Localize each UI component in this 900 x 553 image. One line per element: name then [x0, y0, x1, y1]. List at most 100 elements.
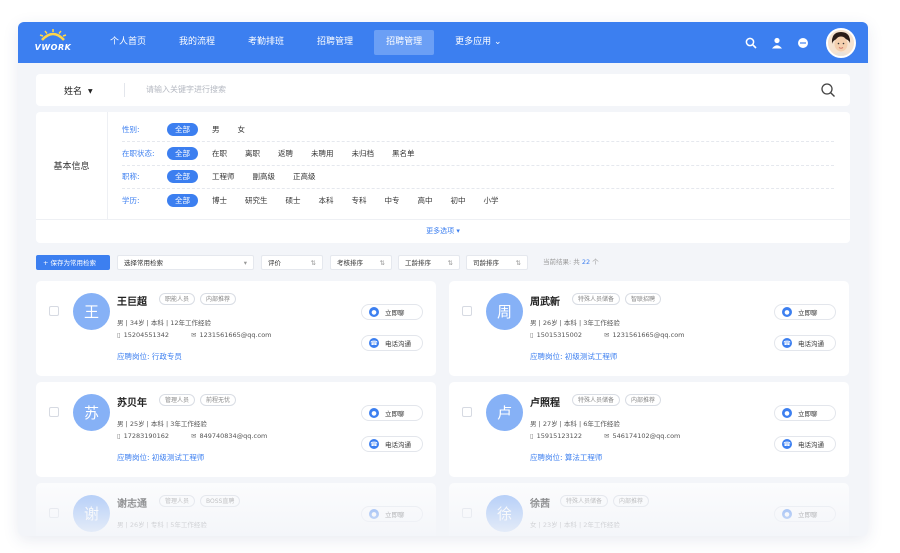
filter-option[interactable]: 初中: [451, 195, 466, 206]
sort-button[interactable]: 考核排序 ⇅: [330, 255, 392, 270]
phone-icon: ☎: [369, 338, 379, 348]
candidate-name[interactable]: 周武新: [530, 293, 560, 308]
phone-call-button[interactable]: ☎ 电话沟通: [361, 335, 423, 351]
filter-option[interactable]: 专科: [352, 195, 367, 206]
chat-now-button[interactable]: ● 立即聊: [774, 304, 836, 320]
filter-option[interactable]: 未归档: [352, 148, 375, 159]
filter-option[interactable]: 研究生: [245, 195, 268, 206]
filter-option[interactable]: 副高级: [253, 171, 276, 182]
filter-divider: [122, 141, 834, 142]
chat-now-button[interactable]: ● 立即聊: [361, 405, 423, 421]
chat-now-button[interactable]: ● 立即聊: [774, 405, 836, 421]
brand-logo[interactable]: VWORK: [32, 29, 74, 57]
filter-option[interactable]: 博士: [212, 195, 227, 206]
filter-option[interactable]: 正高级: [293, 171, 316, 182]
candidate-contact: ▯ 15204551342 ✉ 1231561665@qq.com: [117, 331, 272, 339]
nav-item-4[interactable]: 招聘管理: [374, 30, 435, 55]
candidate-card[interactable]: 徐 徐茜 特殊人员储备 内部推荐 女 | 23岁 | 本科 | 2年工作经验 ● 立即…: [449, 483, 849, 536]
select-checkbox[interactable]: [462, 508, 472, 518]
filter-row: 职称: 全部 工程师 副高级 正高级: [122, 169, 334, 183]
candidate-name[interactable]: 徐茜: [530, 495, 550, 510]
candidate-tag: 特殊人员储备: [572, 394, 621, 406]
filter-row-title: 在职状态:: [122, 148, 155, 158]
user-avatar[interactable]: [826, 28, 856, 58]
message-icon[interactable]: [796, 36, 810, 50]
sort-label: 考核排序: [337, 259, 363, 267]
filter-row: 性别: 全部 男 女: [122, 122, 263, 136]
filter-option[interactable]: 小学: [484, 195, 499, 206]
phone-call-button[interactable]: ☎ 电话沟通: [774, 436, 836, 452]
filter-option[interactable]: 中专: [385, 195, 400, 206]
select-checkbox[interactable]: [49, 508, 59, 518]
candidate-name[interactable]: 卢照程: [530, 394, 560, 409]
filter-divider: [122, 188, 834, 189]
nav-item-3[interactable]: 招聘管理: [305, 30, 365, 55]
candidate-card[interactable]: 周 周武新 特殊人员储备 智联招聘 男 | 26岁 | 本科 | 3年工作经验 ▯…: [449, 281, 849, 376]
applied-position: 应聘岗位: 初级测试工程师: [117, 453, 205, 462]
filter-option[interactable]: 男: [212, 124, 220, 135]
candidate-name[interactable]: 谢志通: [117, 495, 147, 510]
select-checkbox[interactable]: [462, 407, 472, 417]
chat-now-button[interactable]: ● 立即聊: [361, 304, 423, 320]
nav-item-0[interactable]: 个人首页: [98, 30, 158, 55]
phone-icon: ☎: [782, 338, 792, 348]
candidate-card[interactable]: 谢 谢志通 管理人员 BOSS直聘 男 | 26岁 | 专科 | 5年工作经验 ● 立…: [36, 483, 436, 536]
filter-option[interactable]: 硕士: [286, 195, 301, 206]
nav-item-1[interactable]: 我的流程: [167, 30, 227, 55]
saved-search-select[interactable]: 选择常用检索 ▾: [117, 255, 254, 270]
search-icon[interactable]: [820, 82, 836, 98]
filter-option[interactable]: 未聘用: [311, 148, 334, 159]
filter-option[interactable]: 本科: [319, 195, 334, 206]
filter-option[interactable]: 返聘: [278, 148, 293, 159]
applied-position: 应聘岗位: 算法工程师: [530, 453, 603, 462]
sort-button[interactable]: 司龄排序 ⇅: [466, 255, 528, 270]
filter-option[interactable]: 在职: [212, 148, 227, 159]
save-search-button[interactable]: + 保存为常用检索: [36, 255, 110, 270]
filter-option[interactable]: 女: [238, 124, 246, 135]
search-icon[interactable]: [744, 36, 758, 50]
candidate-card[interactable]: 苏 苏贝年 管理人员 前程无忧 男 | 25岁 | 本科 | 3年工作经验 ▯ 17…: [36, 382, 436, 477]
filter-option[interactable]: 高中: [418, 195, 433, 206]
filter-option[interactable]: 全部: [167, 193, 198, 207]
search-field-select[interactable]: 姓名 ▼: [64, 84, 93, 97]
brand-name: VWORK: [34, 43, 72, 52]
divider: [124, 83, 125, 97]
filter-option[interactable]: 全部: [167, 122, 198, 136]
candidate-contact: ▯ 15915123122 ✉ 546174102@qq.com: [530, 432, 680, 440]
nav-item-2[interactable]: 考勤排班: [236, 30, 296, 55]
select-checkbox[interactable]: [49, 407, 59, 417]
user-icon[interactable]: [770, 36, 784, 50]
select-checkbox[interactable]: [49, 306, 59, 316]
chat-now-button[interactable]: ● 立即聊: [361, 506, 423, 522]
email-icon: ✉: [604, 432, 610, 440]
candidate-meta: 男 | 26岁 | 本科 | 3年工作经验: [530, 319, 620, 327]
filter-option[interactable]: 全部: [167, 169, 198, 183]
filter-option[interactable]: 工程师: [212, 171, 235, 182]
nav-item-5[interactable]: 更多应用 ⌄: [443, 30, 513, 55]
nav-menu: 个人首页 我的流程 考勤排班 招聘管理 招聘管理 更多应用 ⌄: [98, 30, 522, 55]
candidate-meta: 男 | 25岁 | 本科 | 3年工作经验: [117, 420, 207, 428]
candidate-name[interactable]: 苏贝年: [117, 394, 147, 409]
more-options-link[interactable]: 更多选项 ▾: [36, 219, 850, 243]
select-checkbox[interactable]: [462, 306, 472, 316]
candidate-meta: 男 | 26岁 | 专科 | 5年工作经验: [117, 521, 207, 529]
search-input[interactable]: 请输入关键字进行搜索: [146, 84, 226, 95]
filter-option[interactable]: 离职: [245, 148, 260, 159]
filter-section-label: 基本信息: [36, 112, 108, 219]
candidate-tag: 智联招聘: [625, 293, 662, 305]
sun-logo-icon: [39, 29, 67, 41]
filter-option[interactable]: 黑名单: [392, 148, 415, 159]
phone-call-button[interactable]: ☎ 电话沟通: [361, 436, 423, 452]
filter-row: 学历: 全部 博士 研究生 硕士 本科 专科 中专 高中 初中 小学: [122, 193, 517, 207]
sort-arrows-icon: ⇅: [310, 259, 316, 267]
candidate-name[interactable]: 王巨超: [117, 293, 147, 308]
filter-option[interactable]: 全部: [167, 146, 198, 160]
phone-icon: ▯: [117, 432, 121, 440]
candidate-tag: 前程无忧: [200, 394, 237, 406]
candidate-card[interactable]: 王 王巨超 职能人员 内部推荐 男 | 34岁 | 本科 | 12年工作经验 ▯ 1…: [36, 281, 436, 376]
sort-button[interactable]: 工龄排序 ⇅: [398, 255, 460, 270]
chat-now-button[interactable]: ● 立即聊: [774, 506, 836, 522]
phone-call-button[interactable]: ☎ 电话沟通: [774, 335, 836, 351]
candidate-card[interactable]: 卢 卢照程 特殊人员储备 内部推荐 男 | 27岁 | 本科 | 6年工作经验 ▯…: [449, 382, 849, 477]
sort-button[interactable]: 评价 ⇅: [261, 255, 323, 270]
